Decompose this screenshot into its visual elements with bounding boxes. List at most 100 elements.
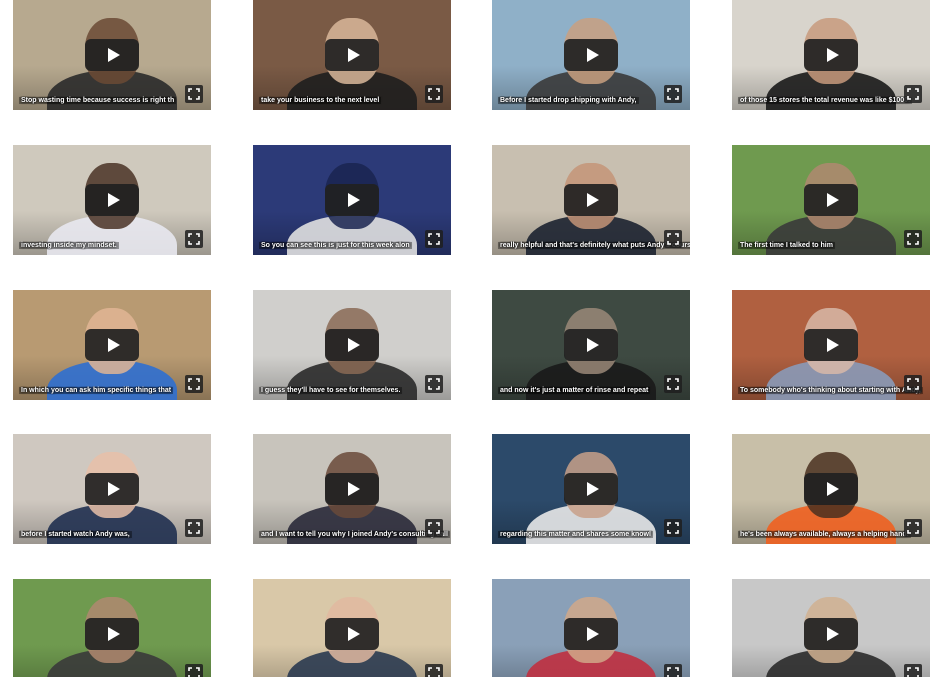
video-caption-text: regarding this matter and shares some kn… [498,531,653,538]
fullscreen-icon [667,667,679,677]
play-icon [107,338,120,352]
fullscreen-button[interactable] [664,85,682,103]
play-icon [107,48,120,62]
play-button[interactable] [325,184,379,216]
play-button[interactable] [85,618,139,650]
play-icon [107,482,120,496]
play-button[interactable] [804,39,858,71]
fullscreen-icon [667,233,679,245]
play-button[interactable] [564,39,618,71]
fullscreen-button[interactable] [425,230,443,248]
video-tile[interactable] [492,579,690,677]
fullscreen-icon [428,233,440,245]
fullscreen-icon [667,522,679,534]
play-icon [347,338,360,352]
fullscreen-icon [428,88,440,100]
fullscreen-button[interactable] [664,519,682,537]
play-button[interactable] [85,39,139,71]
play-icon [826,48,839,62]
video-tile[interactable]: The first time I talked to him [732,145,930,255]
video-tile[interactable]: take your business to the next level [253,0,451,110]
fullscreen-button[interactable] [664,230,682,248]
play-button[interactable] [804,329,858,361]
fullscreen-button[interactable] [664,664,682,677]
play-button[interactable] [564,473,618,505]
video-tile[interactable]: and now it's just a matter of rinse and … [492,290,690,400]
video-caption-text: take your business to the next level [259,97,382,104]
fullscreen-icon [188,233,200,245]
video-caption: The first time I talked to him [732,241,930,250]
video-tile[interactable]: I guess they'll have to see for themselv… [253,290,451,400]
fullscreen-icon [188,667,200,677]
play-icon [826,482,839,496]
play-button[interactable] [325,329,379,361]
video-caption: before I started watch Andy was, [13,530,211,539]
play-icon [586,193,599,207]
fullscreen-icon [907,378,919,390]
fullscreen-button[interactable] [185,375,203,393]
play-icon [107,627,120,641]
video-tile[interactable]: he's been always available, always a hel… [732,434,930,544]
video-tile[interactable]: Before I started drop shipping with Andy… [492,0,690,110]
video-grid: Stop wasting time because success is rig… [0,0,947,677]
video-tile[interactable]: In which you can ask him specific things… [13,290,211,400]
play-icon [347,627,360,641]
play-button[interactable] [325,473,379,505]
video-tile[interactable] [253,579,451,677]
play-button[interactable] [804,473,858,505]
play-icon [826,338,839,352]
play-icon [826,627,839,641]
fullscreen-button[interactable] [425,519,443,537]
fullscreen-button[interactable] [904,230,922,248]
fullscreen-button[interactable] [185,519,203,537]
fullscreen-button[interactable] [904,664,922,677]
fullscreen-icon [667,378,679,390]
play-icon [347,482,360,496]
play-icon [586,48,599,62]
video-tile[interactable] [732,579,930,677]
video-tile[interactable]: To somebody who's thinking about startin… [732,290,930,400]
play-button[interactable] [325,39,379,71]
play-button[interactable] [85,473,139,505]
play-button[interactable] [564,329,618,361]
fullscreen-icon [907,522,919,534]
fullscreen-button[interactable] [185,230,203,248]
video-tile[interactable] [13,579,211,677]
fullscreen-button[interactable] [904,519,922,537]
video-tile[interactable]: investing inside my mindset. [13,145,211,255]
fullscreen-button[interactable] [664,375,682,393]
play-button[interactable] [564,618,618,650]
video-tile[interactable]: regarding this matter and shares some kn… [492,434,690,544]
play-button[interactable] [564,184,618,216]
video-caption: and I want to tell you why I joined Andy… [253,530,451,539]
video-tile[interactable]: and I want to tell you why I joined Andy… [253,434,451,544]
video-tile[interactable]: So you can see this is just for this wee… [253,145,451,255]
fullscreen-button[interactable] [185,664,203,677]
play-button[interactable] [325,618,379,650]
video-tile[interactable]: really helpful and that's definitely wha… [492,145,690,255]
video-tile[interactable]: of those 15 stores the total revenue was… [732,0,930,110]
play-icon [347,193,360,207]
play-icon [347,48,360,62]
fullscreen-button[interactable] [904,85,922,103]
play-button[interactable] [85,184,139,216]
play-button[interactable] [804,618,858,650]
play-button[interactable] [85,329,139,361]
video-caption: of those 15 stores the total revenue was… [732,96,930,105]
video-caption-text: he's been always available, always a hel… [738,531,911,538]
fullscreen-button[interactable] [904,375,922,393]
fullscreen-button[interactable] [425,85,443,103]
fullscreen-button[interactable] [425,664,443,677]
fullscreen-icon [907,233,919,245]
video-caption-text: of those 15 stores the total revenue was… [738,97,913,104]
video-caption: I guess they'll have to see for themselv… [253,386,451,395]
video-caption-text: and now it's just a matter of rinse and … [498,387,651,394]
video-caption: take your business to the next level [253,96,451,105]
play-button[interactable] [804,184,858,216]
fullscreen-button[interactable] [185,85,203,103]
video-caption-text: In which you can ask him specific things… [19,387,174,394]
video-tile[interactable]: Stop wasting time because success is rig… [13,0,211,110]
fullscreen-button[interactable] [425,375,443,393]
video-caption-text: and I want to tell you why I joined Andy… [259,531,450,538]
video-tile[interactable]: before I started watch Andy was, [13,434,211,544]
